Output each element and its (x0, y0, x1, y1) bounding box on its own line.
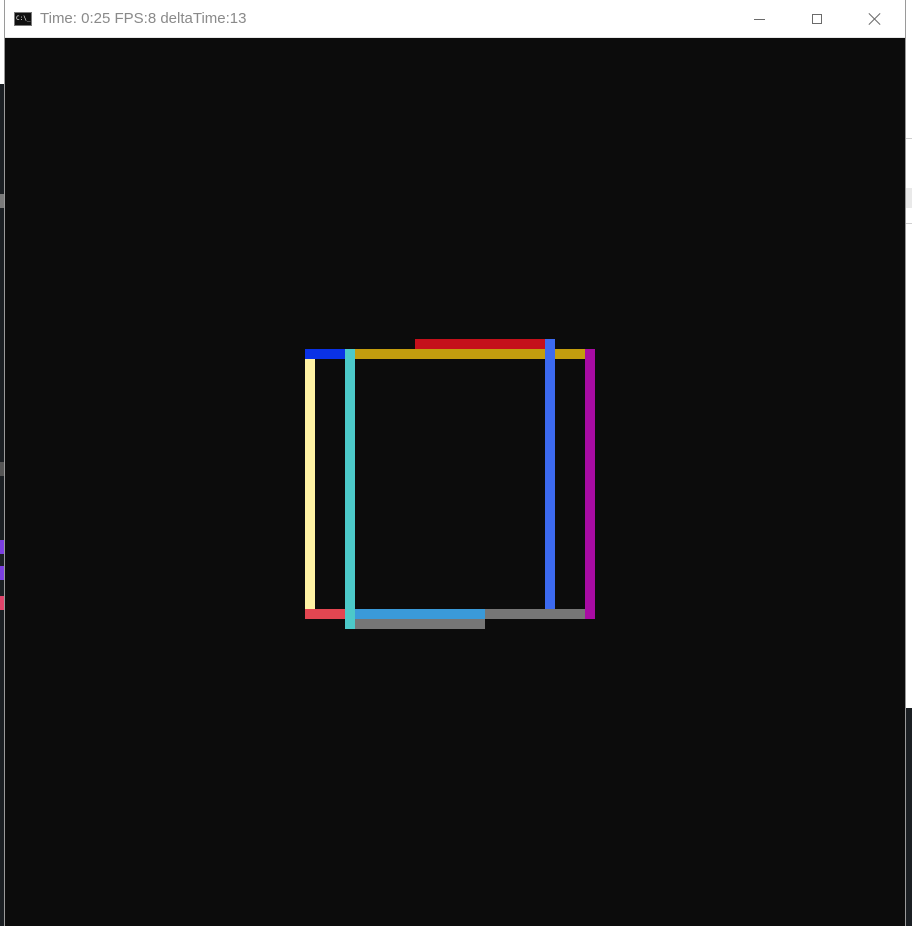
close-icon (868, 12, 882, 26)
minimize-button[interactable] (730, 0, 788, 38)
console-window[interactable]: C:\_ Time: 0:25 FPS:8 deltaTime:13 (5, 0, 905, 926)
blue-right-segment (545, 339, 555, 609)
maximize-icon (812, 14, 822, 24)
close-button[interactable] (846, 0, 904, 38)
background-separator (905, 138, 912, 139)
background-window-right-edge (905, 38, 912, 708)
title-bar[interactable]: C:\_ Time: 0:25 FPS:8 deltaTime:13 (5, 0, 905, 38)
gray-bottom-right-segment (485, 609, 585, 619)
coral-bottom-left-segment (305, 609, 345, 619)
background-separator (905, 223, 912, 224)
console-icon[interactable]: C:\_ (14, 12, 32, 26)
maximize-button[interactable] (788, 0, 846, 38)
blue-top-left-segment (305, 349, 345, 359)
minimize-icon (753, 18, 765, 20)
gray-bottom-segment (355, 619, 485, 629)
sky-blue-bottom-segment (355, 609, 485, 619)
cyan-left-segment (345, 349, 355, 629)
red-top-segment (415, 339, 547, 349)
background-row (905, 188, 912, 208)
background-window-right-dark (905, 708, 912, 926)
window-title: Time: 0:25 FPS:8 deltaTime:13 (40, 10, 247, 27)
cream-left-segment (305, 359, 315, 609)
render-viewport[interactable] (5, 38, 905, 926)
magenta-right-segment (585, 349, 595, 619)
